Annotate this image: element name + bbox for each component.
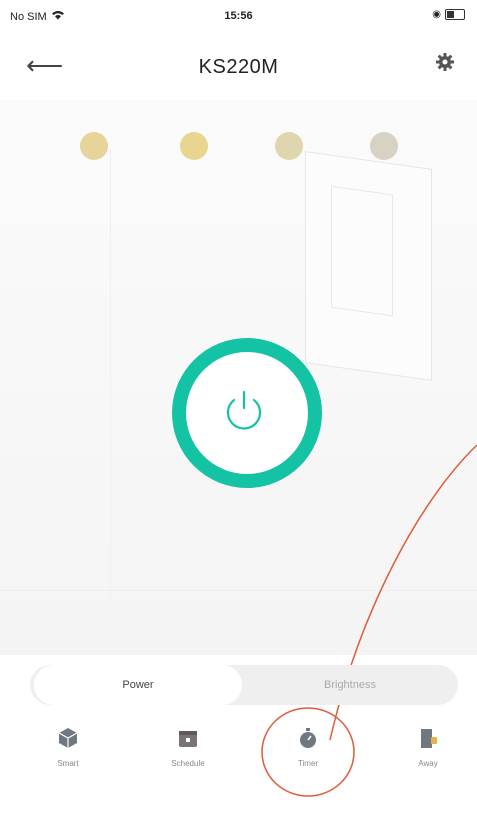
nav-label-smart: Smart xyxy=(57,759,79,768)
away-door-icon xyxy=(415,725,441,751)
indicator-dot-1 xyxy=(80,132,108,160)
floor-line xyxy=(0,590,477,591)
nav-item-schedule[interactable]: Schedule xyxy=(148,725,228,768)
nav-bar: ⟵ KS220M xyxy=(0,40,477,96)
nav-label-schedule: Schedule xyxy=(171,759,205,768)
bottom-nav: Smart Schedule Timer Away xyxy=(0,725,477,795)
nav-item-away[interactable]: Away xyxy=(388,725,468,768)
calendar-icon xyxy=(175,725,201,751)
status-right: ◉ xyxy=(432,9,465,20)
mode-tab-bar: Power Brightness xyxy=(30,665,458,705)
nav-label-timer: Timer xyxy=(297,759,319,768)
nav-label-away: Away xyxy=(418,759,438,768)
alarm-icon: ◉ xyxy=(432,9,441,20)
battery-icon xyxy=(445,9,465,20)
wall-switch-illustration xyxy=(305,151,432,381)
stopwatch-icon xyxy=(295,725,321,751)
tab-power[interactable]: Power xyxy=(34,665,242,705)
indicator-dot-3 xyxy=(275,132,303,160)
status-time: 15:56 xyxy=(224,10,253,22)
indicator-dot-2 xyxy=(180,132,208,160)
nav-item-timer[interactable]: Timer xyxy=(268,725,348,768)
indicator-dot-4 xyxy=(370,132,398,160)
status-bar: No SIM 15:56 ◉ xyxy=(0,0,477,32)
settings-button[interactable] xyxy=(435,52,455,78)
page-title: KS220M xyxy=(198,56,279,78)
switch-plate xyxy=(331,185,393,317)
wall-line xyxy=(110,150,112,600)
gear-icon xyxy=(436,53,454,71)
smart-cube-icon xyxy=(55,725,81,751)
power-icon xyxy=(226,390,262,430)
tab-brightness[interactable]: Brightness xyxy=(250,665,450,705)
nav-item-smart[interactable]: Smart xyxy=(28,725,108,768)
